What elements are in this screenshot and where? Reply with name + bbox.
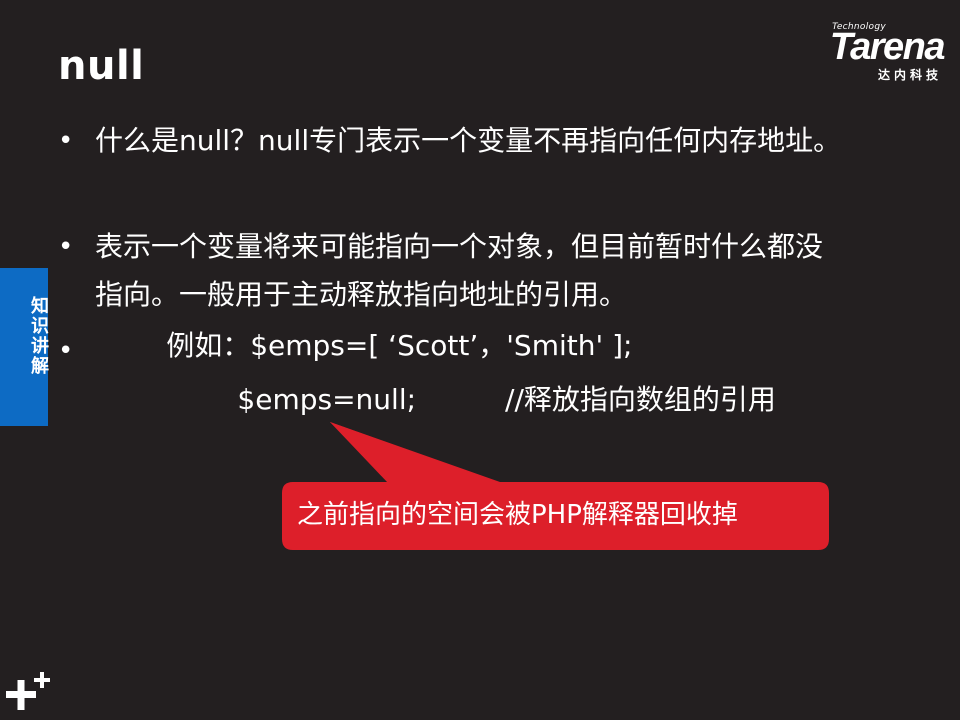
side-tab: 知识讲解 (0, 268, 49, 426)
slide: null Technology Tarena 达内科技 • 什么是null？nu… (0, 0, 960, 720)
logo-wordmark: Tarena (829, 26, 946, 68)
logo-chinese-text: 达内科技 (877, 68, 942, 82)
callout-text: 之前指向的空间会被PHP解释器回收掉 (297, 500, 738, 530)
code-example-line: 例如：$emps=[ ‘Scott’，'Smith' ]; (95, 329, 633, 362)
code-example-line: $emps=null; //释放指向数组的引用 (95, 383, 776, 416)
bullet-text: 表示一个变量将来可能指向一个对象，但目前暂时什么都没 (95, 230, 824, 263)
side-tab-label: 知识讲解 (28, 296, 49, 376)
bullet-dot: • (58, 336, 74, 366)
bullet-text: 指向。一般用于主动释放指向地址的引用。 (95, 278, 628, 311)
slide-title: null (58, 43, 145, 89)
tarena-logo: Technology Tarena 达内科技 (782, 22, 946, 84)
plus-icon (6, 672, 50, 710)
bullet-dot: • (58, 232, 74, 262)
bullet-dot: • (58, 126, 74, 156)
callout-pointer (330, 422, 500, 483)
bullet-text: 什么是null？null专门表示一个变量不再指向任何内存地址。 (95, 124, 842, 157)
